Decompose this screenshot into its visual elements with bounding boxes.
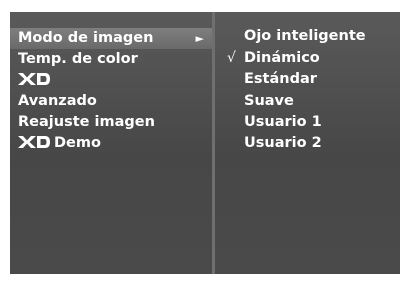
menu-item-label: Demo bbox=[54, 135, 101, 151]
option-label: Estándar bbox=[244, 71, 317, 87]
menu-item-advanced[interactable]: Avanzado bbox=[10, 91, 212, 112]
option-label: Suave bbox=[244, 93, 294, 109]
option-smart-eye[interactable]: Ojo inteligente bbox=[215, 26, 400, 47]
menu-item-label: Avanzado bbox=[18, 93, 97, 109]
picture-menu-panel: Modo de imagen ► Temp. de color Avanzado… bbox=[10, 12, 212, 274]
option-label: Usuario 1 bbox=[244, 114, 322, 130]
osd-menu: Modo de imagen ► Temp. de color Avanzado… bbox=[10, 12, 400, 274]
xd-logo-icon bbox=[18, 72, 50, 85]
menu-item-label: Reajuste imagen bbox=[18, 114, 155, 130]
menu-item-xd-demo[interactable]: Demo bbox=[10, 133, 212, 154]
option-user-2[interactable]: Usuario 2 bbox=[215, 133, 400, 154]
submenu-arrow-icon: ► bbox=[195, 32, 204, 45]
option-standard[interactable]: Estándar bbox=[215, 69, 400, 90]
option-dynamic[interactable]: √ Dinámico bbox=[215, 48, 400, 69]
menu-item-xd[interactable] bbox=[10, 70, 212, 91]
menu-item-color-temp[interactable]: Temp. de color bbox=[10, 49, 212, 70]
option-soft[interactable]: Suave bbox=[215, 91, 400, 112]
xd-logo-icon bbox=[18, 135, 50, 148]
checkmark-icon: √ bbox=[227, 50, 236, 66]
menu-item-label: Modo de imagen bbox=[18, 30, 154, 46]
option-label: Dinámico bbox=[244, 50, 320, 66]
option-user-1[interactable]: Usuario 1 bbox=[215, 112, 400, 133]
option-label: Usuario 2 bbox=[244, 135, 322, 151]
menu-item-label: Temp. de color bbox=[18, 51, 138, 67]
menu-item-picture-mode[interactable]: Modo de imagen ► bbox=[10, 28, 212, 49]
picture-mode-submenu: Ojo inteligente √ Dinámico Estándar Suav… bbox=[215, 12, 400, 274]
option-label: Ojo inteligente bbox=[244, 28, 366, 44]
menu-item-picture-reset[interactable]: Reajuste imagen bbox=[10, 112, 212, 133]
